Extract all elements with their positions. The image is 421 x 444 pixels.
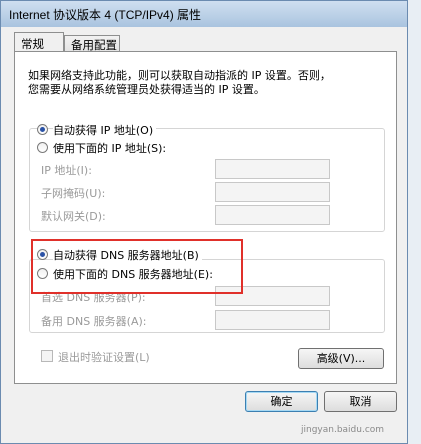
advanced-button[interactable]: 高级(V)... — [298, 348, 384, 369]
default-gateway-field[interactable] — [215, 205, 330, 225]
alternate-dns-label: 备用 DNS 服务器(A): — [41, 315, 147, 328]
tab-general[interactable]: 常规 — [14, 32, 64, 52]
validate-checkbox[interactable] — [41, 350, 53, 362]
ip-auto-label[interactable]: 自动获得 IP 地址(O) — [53, 122, 157, 138]
tab-general-label: 常规 — [21, 37, 44, 51]
ip-manual-label[interactable]: 使用下面的 IP 地址(S): — [53, 140, 166, 156]
alternate-dns-field[interactable] — [215, 310, 330, 330]
title-bar: Internet 协议版本 4 (TCP/IPv4) 属性 — [1, 1, 407, 27]
ok-button[interactable]: 确定 — [245, 391, 318, 412]
default-gateway-label: 默认网关(D): — [41, 210, 106, 223]
ip-manual-radio[interactable] — [37, 142, 48, 153]
dns-highlight-box — [31, 239, 243, 294]
properties-dialog: Internet 协议版本 4 (TCP/IPv4) 属性 常规 备用配置 如果… — [0, 0, 408, 444]
watermark-text: jingyan.baidu.com — [301, 425, 385, 435]
subnet-mask-field[interactable] — [215, 182, 330, 202]
ip-address-label: IP 地址(I): — [41, 164, 92, 177]
ok-button-label: 确定 — [270, 395, 293, 408]
cancel-button[interactable]: 取消 — [324, 391, 397, 412]
validate-label[interactable]: 退出时验证设置(L) — [58, 349, 150, 365]
tab-alternate-config[interactable]: 备用配置 — [64, 35, 120, 52]
cancel-button-label: 取消 — [349, 395, 372, 408]
ip-auto-radio[interactable] — [37, 124, 48, 135]
window-title: Internet 协议版本 4 (TCP/IPv4) 属性 — [9, 8, 202, 22]
description-line-2: 您需要从网络系统管理员处获得适当的 IP 设置。 — [28, 83, 265, 96]
ip-address-field[interactable] — [215, 159, 330, 179]
subnet-mask-label: 子网掩码(U): — [41, 187, 106, 200]
advanced-button-label: 高级(V)... — [316, 352, 366, 365]
